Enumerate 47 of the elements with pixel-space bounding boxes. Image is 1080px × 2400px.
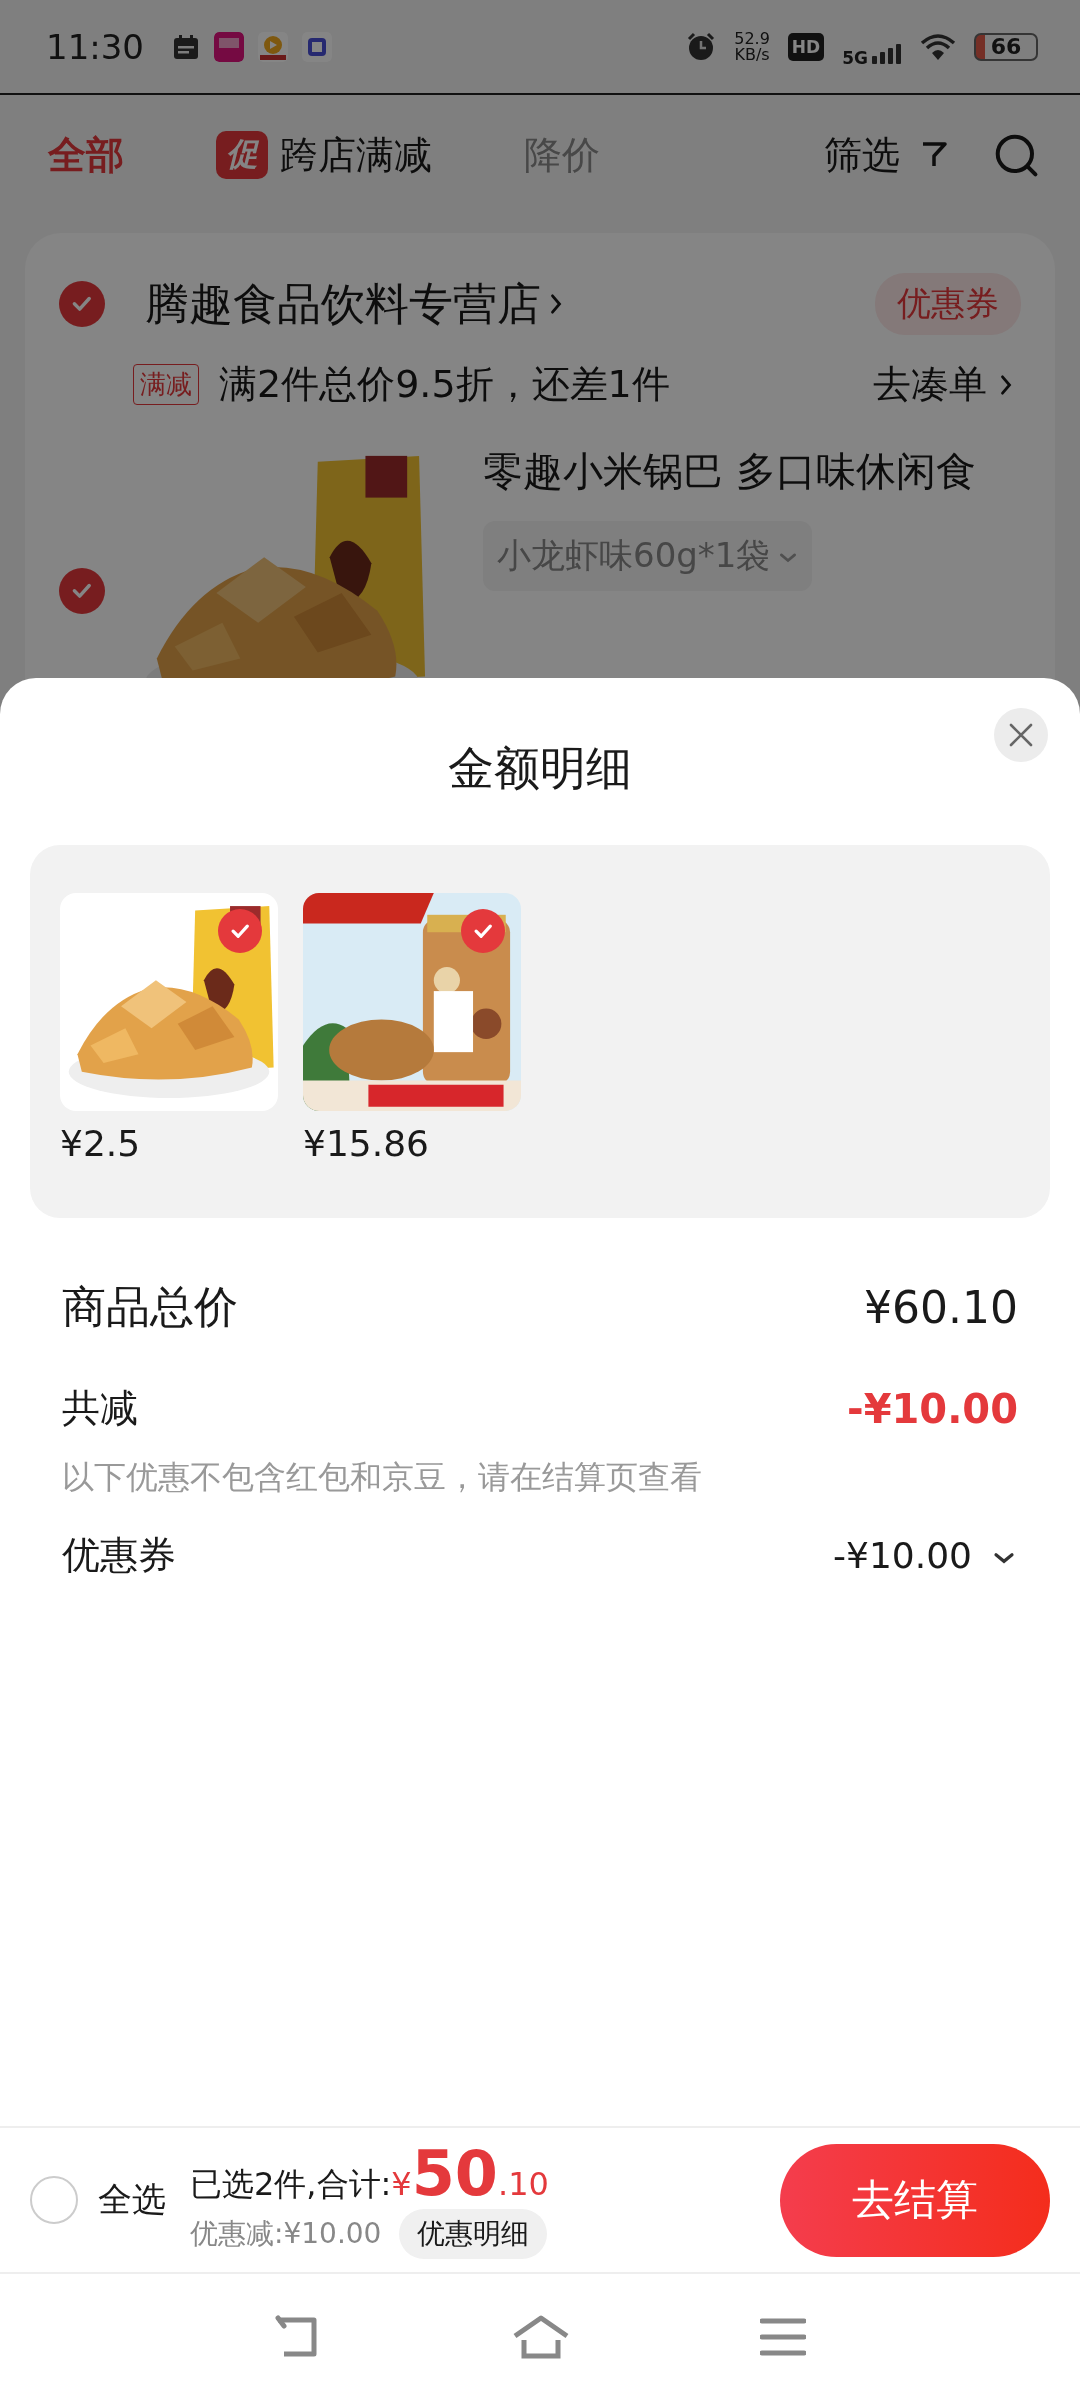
signal-icon (872, 41, 902, 64)
row-value: ¥60.10 (864, 1282, 1018, 1333)
clock-time: 11:30 (46, 26, 144, 67)
app-icon (302, 31, 332, 62)
promo-text: 满2件总价9.5折，还差1件 (219, 361, 670, 408)
row-label: 商品总价 (62, 1280, 238, 1334)
tab[interactable]: 全部 (48, 129, 124, 181)
app-icon (258, 31, 288, 62)
alarm-icon (686, 31, 717, 62)
battery-indicator: 66 (974, 32, 1038, 61)
checkbox[interactable] (59, 568, 105, 614)
row-label: 共减 (62, 1385, 138, 1432)
checkbox[interactable] (59, 281, 105, 327)
row-value: -¥10.00 (847, 1385, 1018, 1432)
network-speed: 52.9 (734, 30, 770, 47)
wifi-icon (920, 32, 956, 61)
filter-button[interactable]: 筛选 (824, 129, 948, 181)
selection-summary: 已选2件,合计: (190, 2164, 392, 2205)
chevron-right-icon (549, 292, 563, 316)
checkbox[interactable] (30, 2176, 78, 2224)
discount-detail-button[interactable]: 优惠明细 (399, 2209, 548, 2259)
product-title: 零趣小米锅巴 多口味休闲食 (483, 447, 976, 496)
saving-text: 优惠减:¥10.00 (190, 2216, 382, 2252)
network-type: 5G (842, 47, 868, 68)
row-label: 优惠券 (62, 1532, 176, 1579)
hd-indicator: HD (787, 32, 825, 61)
checkout-button[interactable]: 去结算 (780, 2143, 1050, 2257)
row-value: -¥10.00 (833, 1535, 972, 1576)
add-items-link[interactable]: 去凑单 (873, 359, 987, 410)
chevron-right-icon (999, 372, 1013, 397)
store-name[interactable]: 腾趣食品饮料专营店 (145, 274, 541, 334)
select-all-label[interactable]: 全选 (98, 2177, 166, 2223)
tab[interactable]: 促 跨店满减 (216, 129, 432, 181)
app-icon (214, 31, 244, 62)
promo-tag: 满减 (133, 364, 199, 405)
sheet-title: 金额明细 (448, 740, 632, 797)
total-amount: ¥50.10 (391, 2141, 549, 2207)
note-text: 以下优惠不包含红包和京豆，请在结算页查看 (61, 1457, 703, 1498)
product-price: ¥2.5 (60, 1123, 142, 1164)
speed-unit: KB/s (734, 46, 770, 63)
calendar-icon (172, 32, 200, 61)
coupon-button[interactable]: 优惠券 (875, 273, 1021, 335)
product-price: ¥15.86 (303, 1123, 430, 1164)
promo-badge: 促 (216, 131, 268, 179)
tab-label: 跨店满减 (280, 131, 432, 179)
home-icon[interactable] (512, 2314, 570, 2360)
close-icon (1007, 721, 1035, 749)
